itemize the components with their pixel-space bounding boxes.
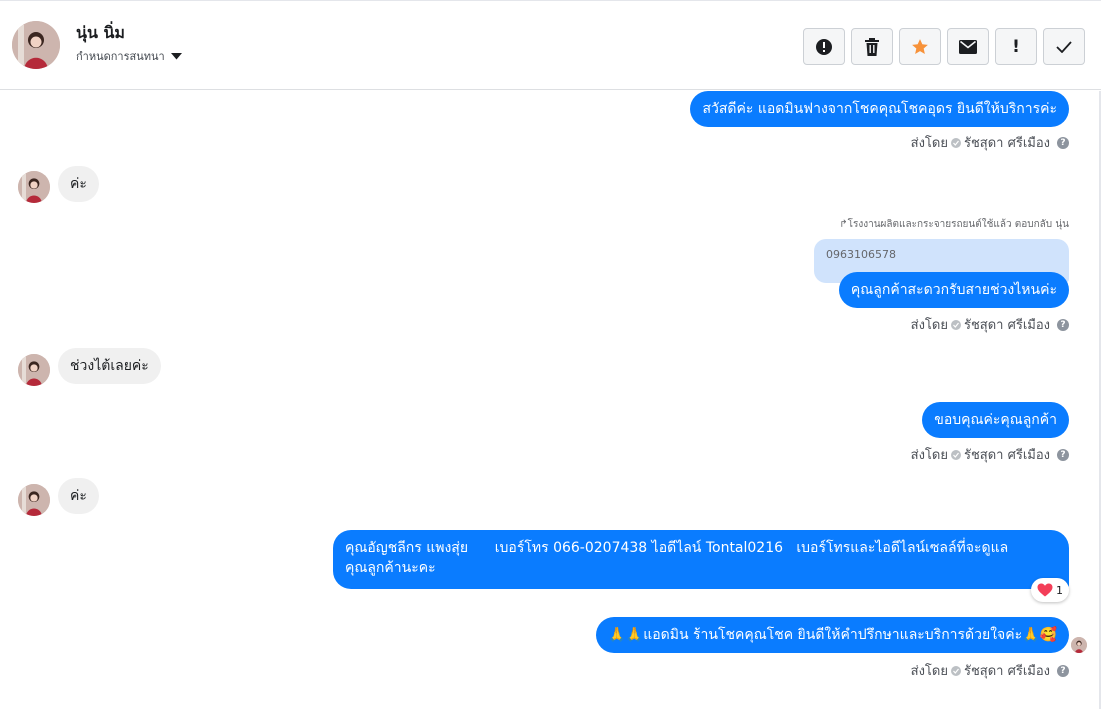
contact-avatar-small [18, 484, 50, 516]
message-thread: สวัสดีค่ะ แอดมินฟางจากโชคคุณโชคอุดร ยินด… [0, 91, 1101, 709]
outgoing-message[interactable]: 🙏🙏แอดมิน ร้านโชคคุณโชค ยินดีให้คำปรึกษาแ… [596, 617, 1069, 653]
sent-check-icon [950, 449, 961, 460]
trash-icon [865, 37, 879, 56]
sent-by-agent: รัชสุดา ศรีเมือง [963, 448, 1050, 463]
sent-by-prefix: ส่งโดย [910, 318, 948, 333]
contact-avatar[interactable] [12, 21, 60, 69]
sent-by-agent: รัชสุดา ศรีเมือง [963, 318, 1050, 333]
assign-label: กำหนดการสนทนา [76, 50, 165, 63]
report-button[interactable] [803, 28, 845, 65]
help-icon[interactable]: ? [1057, 664, 1069, 677]
messenger-conversation: นุ่น นิ่ม กำหนดการสนทนา ! สวัสดีค่ะ แอดม… [0, 0, 1101, 709]
incoming-message[interactable]: ค่ะ [58, 478, 99, 514]
reply-context-note: ↱โรงงานผลิตและกระจายรถยนต์ใช้แล้ว ตอบกลั… [839, 219, 1069, 230]
help-icon[interactable]: ? [1057, 318, 1069, 331]
follow-up-button[interactable]: ! [995, 28, 1037, 65]
sent-by-line: ส่งโดย รัชสุดา ศรีเมือง ? [911, 444, 1069, 465]
sent-by-prefix: ส่งโดย [910, 136, 948, 151]
conversation-header: นุ่น นิ่ม กำหนดการสนทนา ! [0, 1, 1101, 90]
contact-avatar-small [18, 171, 50, 203]
message-line-2: คุณลูกค้านะคะ [345, 560, 436, 576]
outgoing-message[interactable]: คุณลูกค้าสะดวกรับสายช่วงไหนค่ะ [838, 272, 1069, 308]
incoming-message[interactable]: ค่ะ [58, 166, 99, 202]
outgoing-message-multiline[interactable]: คุณอัญชลีกร แพงสุ่ย เบอร์โทร 066-0207438… [333, 530, 1069, 589]
exclamation-icon: ! [1012, 36, 1020, 57]
heart-icon [1037, 583, 1053, 597]
sent-by-line: ส่งโดย รัชสุดา ศรีเมือง ? [911, 660, 1069, 681]
mark-done-button[interactable] [1043, 28, 1085, 65]
incoming-message[interactable]: ช่วงไต้เลยค่ะ [58, 348, 161, 384]
sent-by-agent: รัชสุดา ศรีเมือง [963, 136, 1050, 151]
reaction-count: 1 [1056, 583, 1063, 597]
sent-by-agent: รัชสุดา ศรีเมือง [963, 664, 1050, 679]
contact-name[interactable]: นุ่น นิ่ม [76, 21, 125, 46]
envelope-icon [959, 39, 977, 54]
seen-avatar [1071, 637, 1087, 653]
star-icon [912, 38, 928, 54]
sent-by-line: ส่งโดย รัชสุดา ศรีเมือง ? [911, 132, 1069, 153]
caret-down-icon [170, 52, 182, 59]
message-line-1: คุณอัญชลีกร แพงสุ่ย เบอร์โทร 066-0207438… [345, 540, 1009, 556]
sent-check-icon [950, 319, 961, 330]
outgoing-message[interactable]: ขอบคุณค่ะคุณลูกค้า [922, 402, 1069, 438]
contact-avatar-small [18, 354, 50, 386]
assign-conversation-dropdown[interactable]: กำหนดการสนทนา [76, 47, 182, 65]
avatar-image [12, 21, 60, 69]
sent-check-icon [950, 137, 961, 148]
reaction-badge[interactable]: 1 [1031, 578, 1069, 602]
checkmark-icon [1056, 40, 1072, 53]
sent-by-prefix: ส่งโดย [910, 664, 948, 679]
outgoing-message[interactable]: สวัสดีค่ะ แอดมินฟางจากโชคคุณโชคอุดร ยินด… [690, 91, 1069, 127]
delete-button[interactable] [851, 28, 893, 65]
sent-by-line: ส่งโดย รัชสุดา ศรีเมือง ? [911, 314, 1069, 335]
star-button[interactable] [899, 28, 941, 65]
conversation-toolbar: ! [803, 28, 1085, 65]
help-icon[interactable]: ? [1057, 136, 1069, 149]
help-icon[interactable]: ? [1057, 448, 1069, 461]
sent-by-prefix: ส่งโดย [910, 448, 948, 463]
mark-unread-button[interactable] [947, 28, 989, 65]
sent-check-icon [950, 665, 961, 676]
report-icon [816, 38, 832, 55]
